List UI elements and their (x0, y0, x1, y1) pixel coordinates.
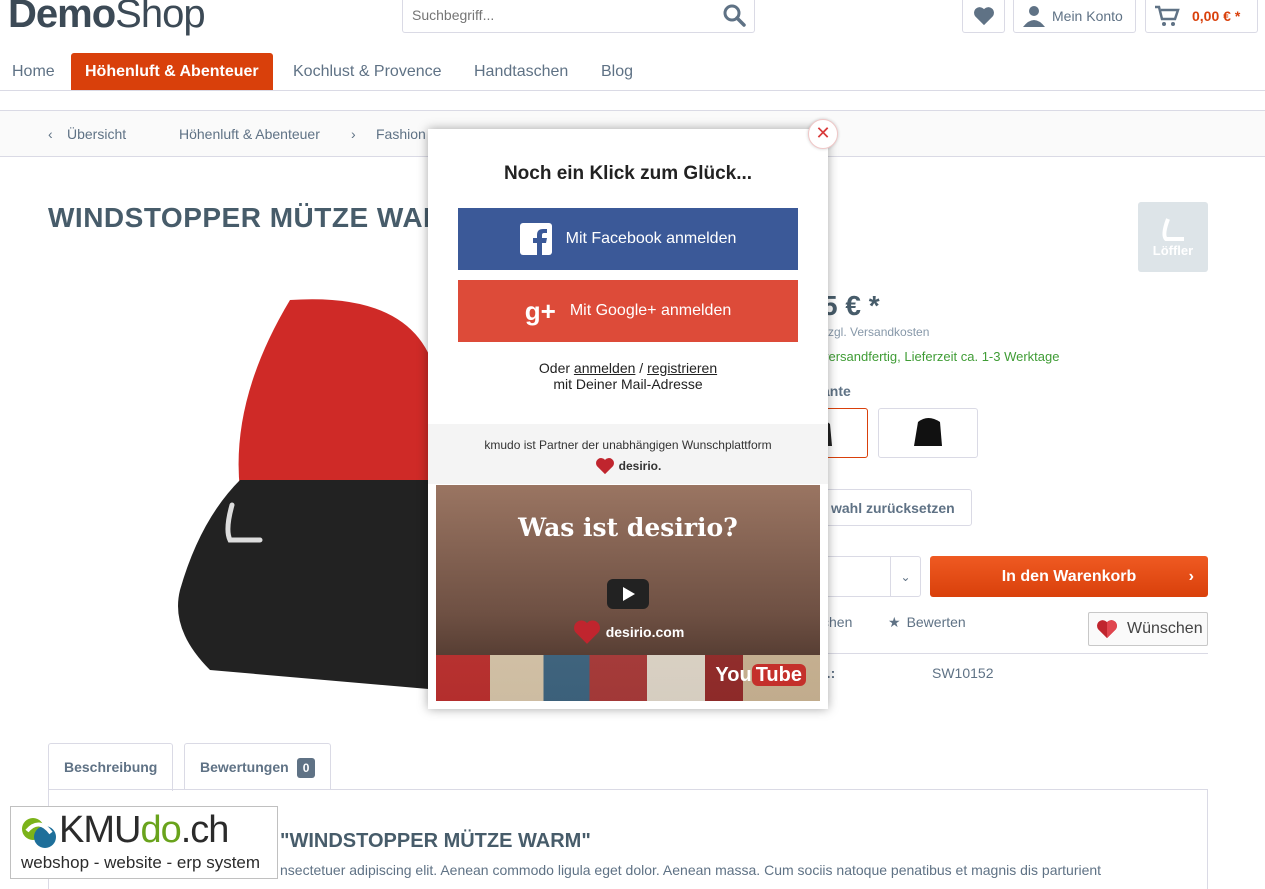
reviews-count: 0 (296, 758, 316, 778)
mail-login-text: Oder anmelden / registrieren mit Deiner … (538, 360, 718, 392)
nav-blog[interactable]: Blog (587, 53, 647, 90)
chevron-down-icon: ⌄ (890, 557, 920, 596)
wishlist-button[interactable] (962, 0, 1005, 33)
cart-amount: 0,00 € * (1192, 8, 1241, 24)
quantity-select[interactable]: ⌄ (822, 556, 921, 597)
account-button[interactable]: Mein Konto (1013, 0, 1136, 33)
shipping-link[interactable]: zzgl. Versandkosten (822, 325, 929, 339)
login-modal: Noch ein Klick zum Glück... Mit Facebook… (428, 129, 828, 709)
register-link[interactable]: registrieren (647, 360, 717, 376)
desirio-video[interactable]: Was ist desirio? desirio.com You Tube (436, 485, 820, 701)
kmudo-logo-icon (22, 818, 56, 848)
kmudo-badge[interactable]: KMUdo.ch webshop - website - erp system (10, 806, 278, 879)
nav-home[interactable]: Home (0, 53, 69, 90)
close-icon[interactable]: ✕ (808, 119, 838, 149)
tab-description[interactable]: Beschreibung (48, 743, 174, 791)
chevron-right-icon: › (1188, 568, 1194, 585)
breadcrumb-item-fashion[interactable]: Fashion (376, 126, 426, 142)
tab-reviews[interactable]: Bewertungen 0 (184, 743, 332, 790)
modal-title: Noch ein Klick zum Glück... (503, 163, 753, 184)
product-price: 5 € * (822, 290, 880, 321)
breadcrumb-separator-icon: › (351, 126, 356, 142)
video-brand: desirio.com (436, 619, 820, 645)
account-label: Mein Konto (1052, 8, 1123, 24)
description-text: nsectetuer adipiscing elit. Aenean commo… (280, 862, 1102, 878)
youtube-logo[interactable]: You Tube (715, 664, 806, 687)
nav-hoehenluft[interactable]: Höhenluft & Abenteuer (71, 53, 273, 90)
cart-button[interactable]: 0,00 € * (1145, 0, 1258, 33)
nav-handtaschen[interactable]: Handtaschen (460, 53, 582, 90)
search-icon[interactable] (722, 3, 746, 32)
product-image[interactable] (170, 290, 440, 690)
search-input[interactable] (403, 0, 703, 30)
play-icon[interactable] (607, 579, 649, 609)
facebook-icon (519, 223, 552, 255)
product-title: WINDSTOPPER MÜTZE WARM (48, 202, 468, 233)
search-bar (402, 0, 755, 33)
cart-icon (1155, 5, 1180, 26)
desirio-logo[interactable]: desirio. (428, 457, 828, 475)
google-plus-icon: g+ (524, 295, 556, 326)
login-link[interactable]: anmelden (574, 360, 636, 376)
kmudo-tagline: webshop - website - erp system (21, 853, 261, 872)
reset-selection-button[interactable]: wahl zurücksetzen (822, 489, 972, 526)
variant-black[interactable] (878, 408, 978, 458)
breadcrumb-back[interactable]: Übersicht (67, 126, 126, 142)
user-icon (1023, 6, 1045, 27)
article-number: SW10152 (932, 665, 994, 681)
breadcrumb-back-icon[interactable]: ‹ (48, 126, 53, 142)
wish-button[interactable]: Wünschen (1088, 612, 1208, 646)
add-to-cart-button[interactable]: In den Warenkorb › (930, 556, 1208, 597)
breadcrumb-item-hoehenluft[interactable]: Höhenluft & Abenteuer (179, 126, 320, 142)
delivery-status: versandfertig, Lieferzeit ca. 1-3 Werkta… (822, 349, 1060, 364)
video-title: Was ist desirio? (518, 513, 738, 542)
desirio-heart-icon (1097, 620, 1117, 639)
description-heading: "WINDSTOPPER MÜTZE WARM" (280, 830, 591, 852)
google-login-button[interactable]: g+ Mit Google+ anmelden (458, 280, 798, 342)
star-icon: ★ (888, 614, 901, 630)
nav-kochlust[interactable]: Kochlust & Provence (279, 53, 456, 90)
main-navigation: Home Höhenluft & Abenteuer Kochlust & Pr… (0, 53, 1265, 91)
rate-link[interactable]: ★ Bewerten (888, 614, 966, 631)
brand-logo[interactable]: Löffler (1138, 202, 1208, 272)
heart-icon (973, 7, 994, 26)
shop-logo[interactable]: DemoShop (8, 0, 206, 37)
facebook-login-button[interactable]: Mit Facebook anmelden (458, 208, 798, 270)
partner-info: kmudo ist Partner der unabhängigen Wunsc… (428, 424, 828, 484)
divider (822, 653, 1208, 654)
